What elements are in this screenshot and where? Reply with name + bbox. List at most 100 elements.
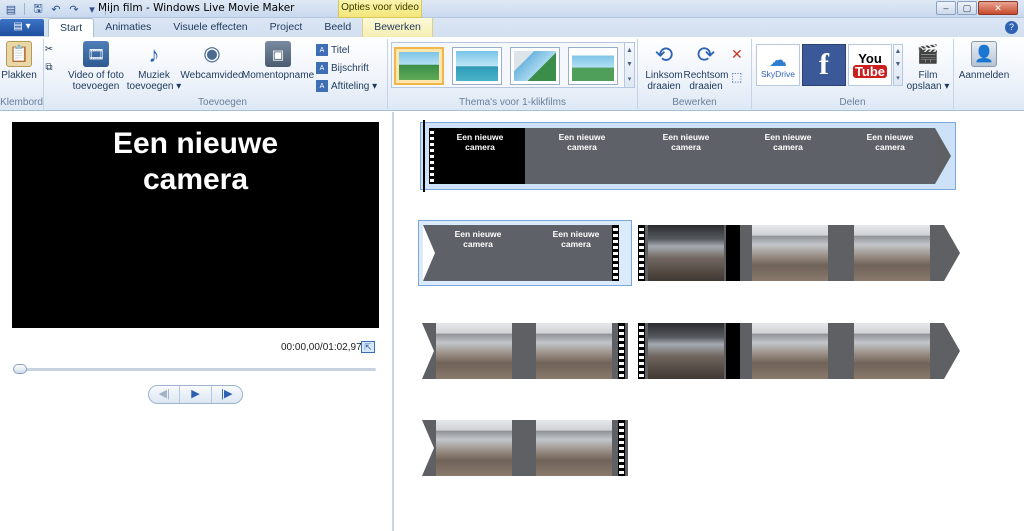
- share-up-icon[interactable]: ▲: [895, 48, 902, 55]
- rotate-left-label-2: draaien: [647, 81, 681, 92]
- title-strip: Een nieuwe camera Een nieuwe camera Een ni…: [429, 128, 935, 184]
- tab-visuele-effecten[interactable]: Visuele effecten: [162, 18, 258, 37]
- video-strip: [422, 420, 628, 476]
- play-button[interactable]: ▶: [180, 386, 212, 403]
- theme-preview-image: [399, 52, 439, 80]
- theme-thumbnail-4[interactable]: [568, 47, 618, 85]
- film-edge: [618, 323, 625, 379]
- minimize-button[interactable]: –: [936, 1, 956, 15]
- gallery-scroll[interactable]: ▲ ▼ ▾: [624, 43, 634, 87]
- remove-button[interactable]: ✕: [731, 46, 743, 63]
- add-video-photo-label-2: toevoegen: [72, 81, 120, 92]
- video-strip: [638, 225, 944, 281]
- frame-caption-2: camera: [561, 239, 591, 249]
- video-frame: [648, 323, 724, 379]
- theme-gallery: ▲ ▼ ▾: [391, 42, 635, 88]
- close-button[interactable]: ✕: [978, 1, 1018, 15]
- tab-start[interactable]: Start: [48, 18, 95, 37]
- tab-bewerken[interactable]: Bewerken: [362, 18, 433, 37]
- credits-icon: A: [316, 80, 328, 92]
- video-frame: [536, 323, 612, 379]
- undo-icon[interactable]: ↶: [49, 2, 63, 16]
- select-all-button[interactable]: ⬚: [731, 70, 742, 84]
- caption-frame-text: Een nieuwe camera: [531, 229, 621, 249]
- rotate-left-button[interactable]: ⟲ Linksom draaien: [644, 41, 684, 92]
- seek-bar[interactable]: [13, 364, 376, 374]
- fullscreen-button[interactable]: ⇱: [361, 341, 375, 353]
- seek-thumb[interactable]: [13, 364, 27, 374]
- save-movie-button[interactable]: 🎬 Film opslaan ▾: [904, 41, 952, 93]
- credits-button[interactable]: A Aftiteling ▾: [316, 80, 377, 92]
- next-frame-icon: |▶: [221, 388, 233, 400]
- film-icon: 🎞: [83, 41, 109, 67]
- facebook-share-button[interactable]: f: [802, 44, 846, 86]
- cut-button[interactable]: ✂: [43, 43, 55, 55]
- help-icon[interactable]: ?: [1005, 21, 1018, 34]
- maximize-button[interactable]: ▢: [957, 1, 977, 15]
- add-video-photo-label-1: Video of foto: [68, 70, 124, 81]
- window-title: Mijn film - Windows Live Movie Maker: [98, 2, 295, 14]
- video-preview[interactable]: Een nieuwe camera: [12, 122, 379, 328]
- application-menu-button[interactable]: ▤ ▾: [0, 19, 44, 36]
- share-scroll[interactable]: ▲ ▼ ▾: [893, 44, 903, 86]
- snapshot-icon: ▣: [265, 41, 291, 67]
- frame-caption-1: Een nieuwe: [454, 229, 502, 239]
- theme-thumbnail-3[interactable]: [510, 47, 560, 85]
- tab-project[interactable]: Project: [259, 18, 314, 37]
- storyboard-clip-video-2[interactable]: [422, 323, 632, 381]
- rotate-right-label-1: Rechtsom: [683, 70, 729, 81]
- title-frame-text: Een nieuwe camera: [435, 132, 525, 152]
- theme-thumbnail-2[interactable]: [452, 47, 502, 85]
- storyboard-clip-video-4[interactable]: [422, 420, 632, 478]
- sign-in-button[interactable]: 👤 Aanmelden: [958, 41, 1010, 81]
- storyboard-clip-title[interactable]: Een nieuwe camera Een nieuwe camera Een ni…: [420, 122, 956, 190]
- gallery-more-icon[interactable]: ▾: [628, 75, 632, 83]
- gallery-up-icon[interactable]: ▲: [626, 47, 633, 54]
- title-button[interactable]: A Titel: [316, 44, 350, 56]
- group-label-delen: Delen: [839, 97, 866, 108]
- save-icon[interactable]: 🖫: [31, 2, 45, 16]
- youtube-share-button[interactable]: You Tube: [848, 44, 892, 86]
- film-edge: [612, 225, 619, 281]
- qat-dropdown-icon[interactable]: ▾: [85, 2, 99, 16]
- frame-caption-2: camera: [875, 142, 905, 152]
- caption-button[interactable]: A Bijschrift: [316, 62, 369, 74]
- share-down-icon[interactable]: ▼: [895, 61, 902, 68]
- theme-thumbnail-1[interactable]: [394, 47, 444, 85]
- share-more-icon[interactable]: ▾: [896, 74, 900, 82]
- webcam-video-button[interactable]: ◉ Webcamvideo: [180, 41, 243, 82]
- tab-animaties[interactable]: Animaties: [94, 18, 162, 37]
- add-video-photo-button[interactable]: 🎞 Video of foto toevoegen: [66, 41, 126, 92]
- gallery-down-icon[interactable]: ▼: [626, 61, 633, 68]
- redo-icon[interactable]: ↷: [67, 2, 81, 16]
- preview-caption: Een nieuwe camera: [12, 126, 379, 198]
- black-frame: [726, 225, 740, 281]
- clip-notch: [422, 420, 434, 476]
- next-frame-button[interactable]: |▶: [212, 386, 242, 403]
- title-frame-text: Een nieuwe camera: [537, 132, 627, 152]
- window-controls: – ▢ ✕: [936, 1, 1018, 15]
- frame-caption-2: camera: [567, 142, 597, 152]
- credits-label: Aftiteling ▾: [331, 80, 378, 92]
- paste-button[interactable]: 📋 Plakken: [1, 41, 37, 81]
- theme-preview-image: [514, 51, 556, 81]
- previous-frame-button[interactable]: ◀|: [149, 386, 181, 403]
- storyboard-clip-video-3[interactable]: [638, 323, 968, 381]
- snapshot-label: Momentopname: [241, 70, 315, 81]
- storyboard-clip-video-1[interactable]: [638, 225, 968, 283]
- frame-caption-2: camera: [773, 142, 803, 152]
- skydrive-share-button[interactable]: ☁ SkyDrive: [756, 44, 800, 86]
- add-music-button[interactable]: ♪ Muziek toevoegen ▾: [126, 41, 182, 92]
- rotate-right-button[interactable]: ⟳ Rechtsom draaien: [683, 41, 729, 92]
- context-tab-group-label: Opties voor video: [338, 0, 422, 18]
- snapshot-button[interactable]: ▣ Momentopname: [242, 41, 314, 81]
- tab-beeld[interactable]: Beeld: [313, 18, 362, 37]
- group-label-themas: Thema's voor 1-klikfilms: [459, 97, 566, 108]
- copy-button[interactable]: ⧉: [43, 61, 55, 73]
- webcam-icon: ◉: [203, 42, 221, 65]
- video-frame: [752, 323, 828, 379]
- playhead[interactable]: [423, 120, 425, 192]
- storyboard-clip-caption[interactable]: Een nieuwe camera Een nieuwe camera: [418, 220, 632, 286]
- preview-pane: Een nieuwe camera 00:00,00/01:02,97 ⇱ ◀|…: [0, 112, 394, 531]
- video-frame: [536, 420, 612, 476]
